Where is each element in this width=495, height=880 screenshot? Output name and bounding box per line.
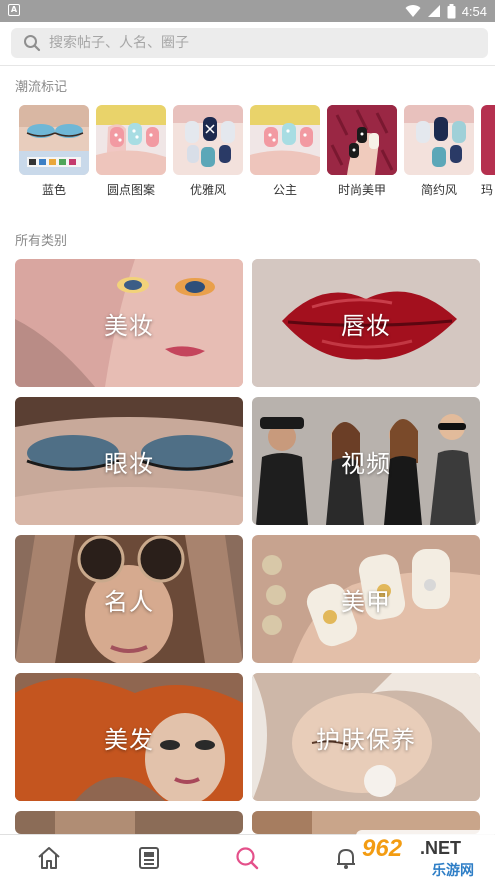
- battery-icon: [447, 3, 456, 18]
- trending-title: 潮流标记: [15, 80, 68, 95]
- category-label: 美发: [104, 725, 154, 754]
- trending-tag-polka-dot[interactable]: 圆点图案: [96, 105, 166, 197]
- tag-label: 优雅风: [189, 183, 226, 197]
- category-label: 唇妆: [341, 311, 391, 340]
- trending-tag-simple[interactable]: 简约风: [404, 105, 474, 197]
- category-card-skincare[interactable]: 护肤保养: [252, 673, 480, 801]
- category-card-celebrity[interactable]: 名人: [15, 535, 243, 663]
- tag-thumbnail: [19, 105, 89, 175]
- tag-label: 蓝色: [41, 183, 66, 197]
- tag-thumbnail: [96, 105, 166, 175]
- trending-tag-elegant[interactable]: 优雅风: [173, 105, 243, 197]
- tag-thumbnail: [327, 105, 397, 175]
- tag-label: 玛: [481, 183, 494, 197]
- tag-label: 公主: [272, 183, 297, 197]
- trending-tag-blue[interactable]: 蓝色: [19, 105, 89, 197]
- category-label: 美妆: [104, 311, 154, 340]
- tag-thumbnail: [173, 105, 243, 175]
- tag-label: 简约风: [420, 183, 457, 197]
- category-card-eye-makeup[interactable]: 眼妆: [15, 397, 243, 525]
- site-watermark-logo: 962 .NET 乐游网: [356, 830, 495, 880]
- category-card-makeup[interactable]: 美妆: [15, 259, 243, 387]
- clock: 4:54: [461, 3, 487, 19]
- notification-icon: A: [8, 4, 20, 16]
- categories-title: 所有类别: [15, 234, 68, 249]
- svg-text:.NET: .NET: [420, 838, 461, 858]
- category-label: 名人: [104, 587, 154, 616]
- tag-thumbnail: [250, 105, 320, 175]
- search-box[interactable]: [11, 28, 488, 58]
- tag-label: 圆点图案: [106, 183, 155, 197]
- discover-search-icon[interactable]: [234, 845, 260, 871]
- category-card-hair[interactable]: 美发: [15, 673, 243, 801]
- trending-tags-list[interactable]: 蓝色 圆点图案 优雅风 公主 时尚美甲 简约风 玛: [0, 105, 495, 197]
- category-image: [15, 811, 243, 834]
- tag-thumbnail: [404, 105, 474, 175]
- status-icons: 4:54: [405, 2, 487, 20]
- search-bar: [0, 22, 495, 66]
- svg-text:962: 962: [362, 835, 403, 862]
- home-icon[interactable]: [36, 845, 62, 871]
- trending-tag-princess[interactable]: 公主: [250, 105, 320, 197]
- category-label: 美甲: [341, 587, 391, 616]
- feed-icon[interactable]: [136, 845, 162, 871]
- trending-tag-partial[interactable]: 玛: [481, 105, 495, 197]
- category-card-video[interactable]: 视频: [252, 397, 480, 525]
- category-card-lip-makeup[interactable]: 唇妆: [252, 259, 480, 387]
- svg-text:乐游网: 乐游网: [432, 862, 474, 879]
- search-icon: [24, 35, 41, 52]
- trending-tag-fashion-nails[interactable]: 时尚美甲: [327, 105, 397, 197]
- category-label: 护肤保养: [316, 725, 416, 754]
- tag-label: 时尚美甲: [337, 183, 386, 197]
- category-card-nail-art[interactable]: 美甲: [252, 535, 480, 663]
- search-input[interactable]: [49, 35, 449, 51]
- category-label: 视频: [341, 449, 391, 478]
- category-label: 眼妆: [104, 449, 154, 478]
- wifi-icon: [405, 5, 421, 18]
- tag-thumbnail: [481, 105, 495, 175]
- status-bar: A 4:54: [0, 0, 495, 22]
- signal-icon: [427, 5, 440, 17]
- category-card-partial[interactable]: [15, 811, 243, 834]
